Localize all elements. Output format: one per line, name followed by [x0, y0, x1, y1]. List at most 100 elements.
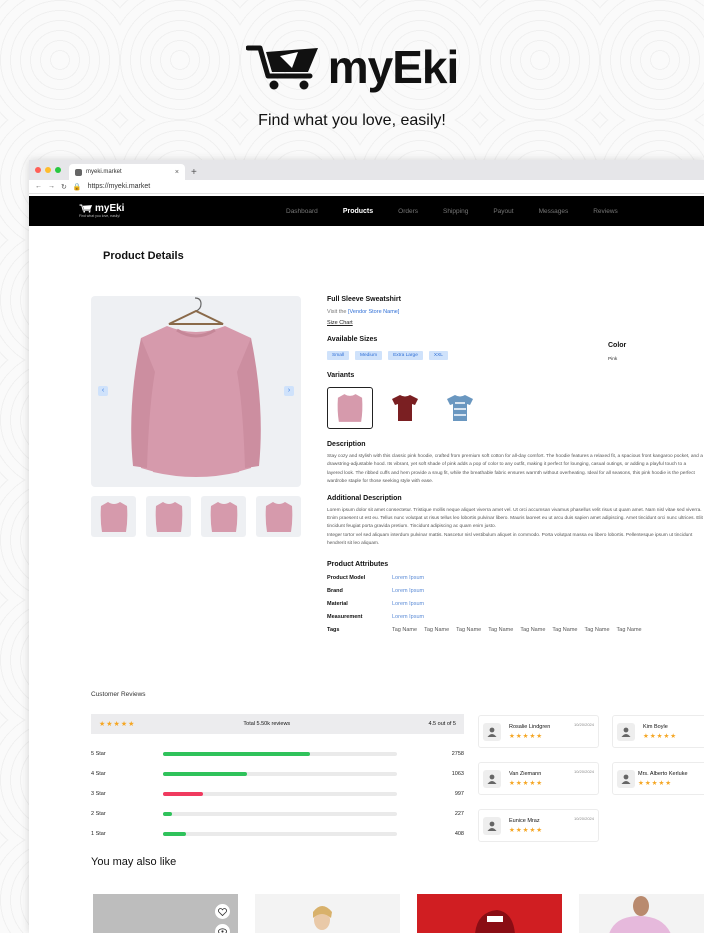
variant-list: [327, 387, 703, 429]
heart-icon[interactable]: [215, 904, 230, 919]
tag[interactable]: Tag Name: [552, 627, 577, 633]
product-card-2[interactable]: [255, 894, 400, 933]
model-photo-image: [313, 906, 332, 930]
thumbnail-4[interactable]: [256, 496, 301, 537]
nav-item-reviews[interactable]: Reviews: [593, 208, 618, 215]
rating-row-2: 2 Star 227: [91, 808, 464, 820]
tags-label: Tags: [327, 626, 340, 633]
cart-logo-icon: [245, 45, 318, 90]
rating-fill: [163, 792, 203, 796]
hero: myEki Find what you love, easily!: [0, 40, 704, 130]
user-avatar-icon: [483, 769, 501, 788]
thumbnail-strip: [91, 496, 301, 537]
thumbnail-3[interactable]: [201, 496, 246, 537]
size-chips: Small Medium Extra Large XXL: [327, 351, 703, 360]
review-card[interactable]: Rosalie Lindgren ★★★★★ 10/20/2024: [478, 715, 599, 748]
tag[interactable]: Tag Name: [584, 627, 609, 633]
tag[interactable]: Tag Name: [424, 627, 449, 633]
size-chart-link[interactable]: Size Chart: [327, 320, 703, 326]
attr-value: Lorem Ipsum: [392, 613, 425, 620]
new-tab-icon[interactable]: +: [191, 167, 197, 178]
eye-icon[interactable]: [215, 924, 230, 933]
user-avatar-icon: [617, 769, 635, 788]
nav-slogan: Find what you love, easily!: [79, 214, 121, 218]
review-date: 10/20/2024: [573, 722, 594, 727]
reload-icon[interactable]: ↻: [61, 183, 67, 191]
product-card-3[interactable]: [417, 894, 562, 933]
rating-label: 2 Star: [91, 811, 106, 817]
forward-arrow-icon[interactable]: →: [48, 183, 55, 190]
review-card[interactable]: Eunice Mraz ★★★★★ 10/20/2024: [478, 809, 599, 842]
size-chip-medium[interactable]: Medium: [355, 351, 383, 360]
attr-row-tags: Tags Tag Name Tag Name Tag Name Tag Name…: [327, 627, 703, 633]
review-stars-icon: ★★★★★: [638, 779, 673, 787]
vendor-link[interactable]: [Vendor Store Name]: [348, 309, 399, 315]
rating-label: 5 Star: [91, 751, 106, 757]
product-card-1[interactable]: [93, 894, 238, 933]
thumbnail-2[interactable]: [146, 496, 191, 537]
rating-row-5: 5 Star 2758: [91, 748, 464, 760]
rating-track: [163, 832, 397, 836]
next-image-button[interactable]: ›: [284, 386, 294, 396]
review-summary: ★★★★★ Total 5.50k reviews 4.5 out of 5: [91, 714, 464, 734]
maximize-window-dot[interactable]: [55, 167, 61, 173]
nav-item-dashboard[interactable]: Dashboard: [286, 208, 318, 215]
favicon-icon: [75, 168, 82, 176]
attr-key: Brand: [327, 587, 343, 594]
rating-count: 1063: [451, 771, 464, 777]
tag[interactable]: Tag Name: [617, 627, 642, 633]
url-field[interactable]: https://myeki.market: [88, 183, 151, 190]
tag[interactable]: Tag Name: [456, 627, 481, 633]
sizes-heading: Available Sizes: [327, 336, 378, 343]
top-nav: myEki Find what you love, easily! Dashbo…: [29, 196, 704, 226]
size-chip-small[interactable]: Small: [327, 351, 349, 360]
attr-row-material: Material Lorem Ipsum: [327, 601, 703, 607]
description-text: Stay cozy and stylish with this classic …: [327, 454, 703, 485]
variant-maroon[interactable]: [382, 387, 428, 429]
tag[interactable]: Tag Name: [488, 627, 513, 633]
tab-bar: myeki.market × +: [29, 160, 704, 180]
size-chip-extra-large[interactable]: Extra Large: [388, 351, 423, 360]
tag[interactable]: Tag Name: [520, 627, 545, 633]
color-block: Color Pink: [608, 342, 626, 362]
variants-heading: Variants: [327, 372, 355, 379]
nav-item-orders[interactable]: Orders: [398, 208, 418, 215]
brand-logo: myEki: [0, 40, 704, 94]
prev-image-button[interactable]: ‹: [98, 386, 108, 396]
color-heading: Color: [608, 342, 627, 349]
nav-item-messages[interactable]: Messages: [539, 208, 569, 215]
nav-item-shipping[interactable]: Shipping: [443, 208, 468, 215]
attr-value: Lorem Ipsum: [392, 600, 425, 607]
nav-logo[interactable]: myEki Find what you love, easily!: [79, 203, 124, 218]
rating-label: 3 Star: [91, 791, 106, 797]
size-chip-xxl[interactable]: XXL: [428, 351, 448, 360]
tab-close-icon[interactable]: ×: [175, 169, 179, 176]
nav-item-payout[interactable]: Payout: [493, 208, 513, 215]
user-avatar-icon: [617, 722, 635, 741]
minimize-window-dot[interactable]: [45, 167, 51, 173]
review-card[interactable]: Van Ziemann ★★★★★ 10/20/2024: [478, 762, 599, 795]
vendor-line: Visit the [Vendor Store Name]: [327, 309, 703, 315]
variant-pink[interactable]: [327, 387, 373, 429]
review-card[interactable]: Kim Boyle ★★★★★: [612, 715, 704, 748]
product-card-4[interactable]: [579, 894, 704, 933]
review-card[interactable]: Mrs. Alberto Kerluke ★★★★★: [612, 762, 704, 795]
attr-key: Measurement: [327, 613, 363, 620]
close-window-dot[interactable]: [35, 167, 41, 173]
attr-value: Lorem Ipsum: [392, 574, 425, 581]
review-date: 10/20/2024: [573, 769, 594, 774]
rating-track: [163, 772, 397, 776]
rating-row-3: 3 Star 997: [91, 788, 464, 800]
user-avatar-icon: [483, 722, 501, 741]
back-arrow-icon[interactable]: ←: [35, 183, 42, 190]
review-date: 10/20/2024: [573, 816, 594, 821]
reviewer-name: Rosalie Lindgren: [509, 723, 551, 730]
user-avatar-icon: [483, 816, 501, 835]
tag[interactable]: Tag Name: [392, 627, 417, 633]
rating-track: [163, 792, 397, 796]
review-stars-icon: ★★★★★: [509, 732, 544, 740]
variant-blue[interactable]: [437, 387, 483, 429]
thumbnail-1[interactable]: [91, 496, 136, 537]
browser-tab[interactable]: myeki.market ×: [69, 164, 185, 180]
nav-item-products[interactable]: Products: [343, 208, 373, 215]
